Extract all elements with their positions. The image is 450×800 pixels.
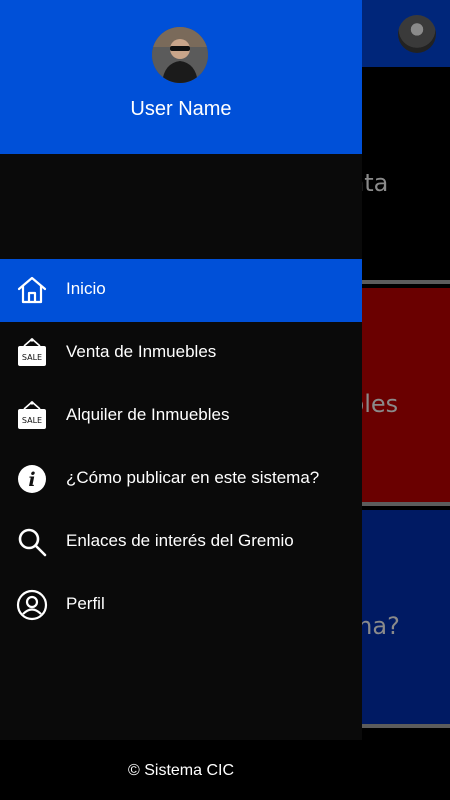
footer: © Sistema CIC bbox=[0, 740, 450, 800]
menu-item-inicio[interactable]: Inicio bbox=[0, 259, 362, 322]
navigation-drawer: User Name Inicio SALE Venta de Inmuebles… bbox=[0, 0, 362, 740]
svg-text:SALE: SALE bbox=[22, 353, 42, 362]
sale-sign-icon: SALE bbox=[16, 337, 48, 369]
menu-item-alquiler[interactable]: SALE Alquiler de Inmuebles bbox=[0, 385, 362, 448]
menu-item-venta[interactable]: SALE Venta de Inmuebles bbox=[0, 322, 362, 385]
menu-item-como-publicar[interactable]: i ¿Cómo publicar en este sistema? bbox=[0, 448, 362, 511]
menu-item-label: Alquiler de Inmuebles bbox=[66, 405, 230, 424]
home-icon bbox=[16, 274, 48, 306]
menu-item-label: Inicio bbox=[66, 279, 106, 298]
drawer-header: User Name bbox=[0, 0, 362, 154]
menu-item-label: Perfil bbox=[66, 594, 105, 613]
info-icon: i bbox=[16, 463, 48, 495]
menu-item-label: Enlaces de interés del Gremio bbox=[66, 531, 294, 550]
sale-sign-icon: SALE bbox=[16, 400, 48, 432]
menu-item-label: ¿Cómo publicar en este sistema? bbox=[66, 468, 320, 487]
drawer-menu: Inicio SALE Venta de Inmuebles SALE Alqu… bbox=[0, 259, 362, 637]
avatar[interactable] bbox=[152, 27, 208, 83]
header-avatar[interactable] bbox=[398, 15, 436, 53]
menu-item-label: Venta de Inmuebles bbox=[66, 342, 217, 361]
svg-text:SALE: SALE bbox=[22, 416, 42, 425]
user-circle-icon bbox=[16, 589, 48, 621]
user-name: User Name bbox=[130, 98, 232, 120]
search-icon bbox=[16, 526, 48, 558]
menu-item-enlaces[interactable]: Enlaces de interés del Gremio bbox=[0, 511, 362, 574]
footer-copyright: © Sistema CIC bbox=[127, 762, 235, 779]
menu-item-perfil[interactable]: Perfil bbox=[0, 574, 362, 637]
svg-text:i: i bbox=[28, 469, 35, 491]
